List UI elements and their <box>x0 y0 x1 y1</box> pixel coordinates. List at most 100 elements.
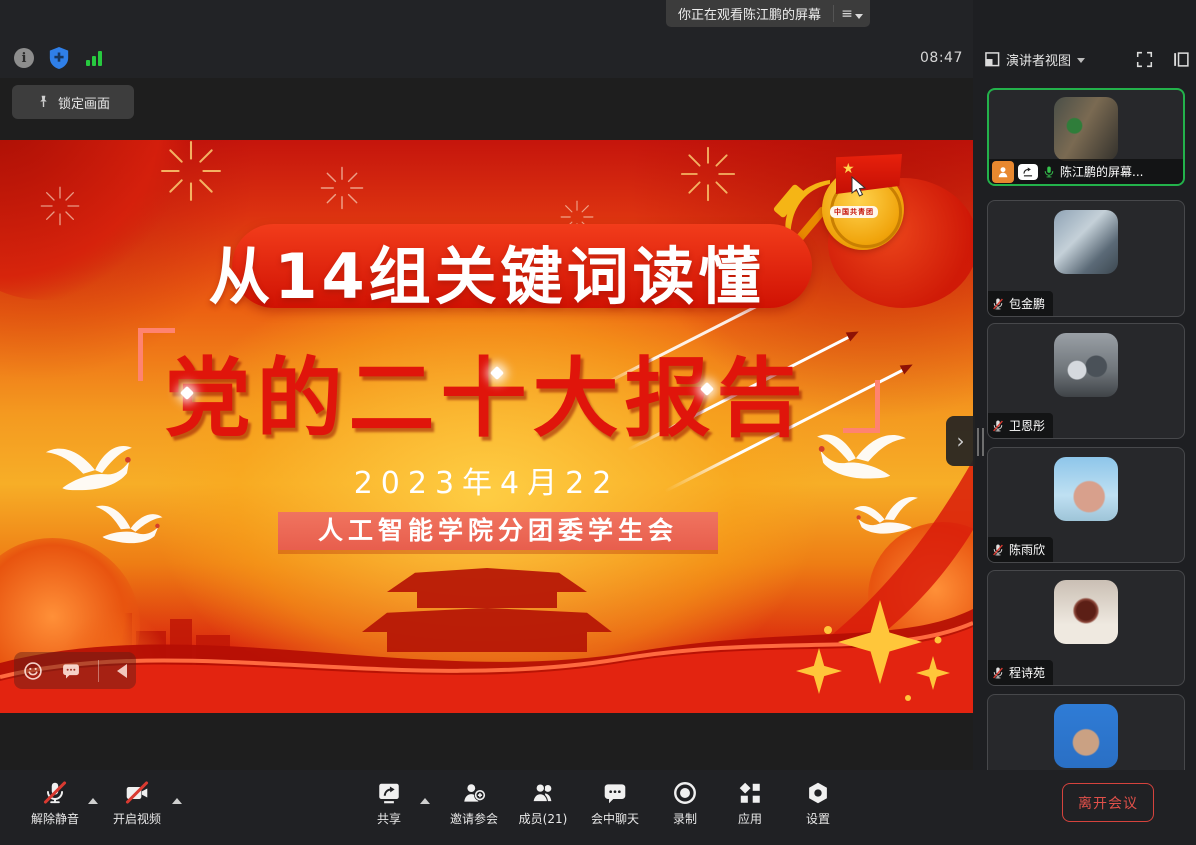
lock-view-button[interactable]: 锁定画面 <box>12 85 134 119</box>
person-icon <box>996 165 1010 179</box>
share-screen-button[interactable]: 共享 <box>351 780 427 827</box>
security-shield-icon[interactable] <box>48 46 70 70</box>
chevron-down-icon <box>855 14 863 19</box>
menu-lines-icon: ≡ <box>841 7 853 21</box>
audio-options-caret[interactable] <box>88 798 98 804</box>
start-video-label: 开启视频 <box>99 810 175 827</box>
crane-decoration <box>88 497 165 554</box>
participant-avatar <box>1054 210 1118 274</box>
participant-namebar: 卫恩彤 <box>988 413 1053 438</box>
slide-organizer-banner: 人工智能学院分团委学生会 <box>278 512 718 550</box>
mic-status-icon <box>991 297 1005 311</box>
meeting-window: i 08:47 你正在观看陈江鹏的屏幕 ≡ 锁定画面 <box>0 0 1196 845</box>
shared-screen-slide: ★ 中国共青团 从14组关键词读懂 党的二十大报告 2023年4月22 人工智能… <box>0 140 973 713</box>
settings-button[interactable]: 设置 <box>780 780 856 827</box>
view-mode-chevron-icon[interactable] <box>1077 58 1085 63</box>
participant-avatar <box>1054 580 1118 644</box>
participant-avatar <box>1054 97 1118 161</box>
divider <box>98 660 99 682</box>
participant-tile[interactable]: 程诗苑 <box>987 570 1185 686</box>
collapse-left-icon[interactable] <box>117 664 127 678</box>
participant-name: 陈雨欣 <box>1009 541 1045 558</box>
sidebar-collapse-handle[interactable]: › <box>946 416 975 466</box>
chat-button[interactable]: 会中聊天 <box>577 780 653 827</box>
camera-off-icon <box>124 780 150 806</box>
mic-status-icon <box>1042 165 1056 179</box>
chat-icon <box>602 780 628 806</box>
mic-status-icon <box>991 543 1005 557</box>
speaker-view-icon <box>985 52 1000 67</box>
crane-decoration <box>38 429 142 508</box>
participants-sidebar: 演讲者视图 <box>973 0 1196 770</box>
gold-stars-decoration <box>788 590 968 710</box>
view-mode-label[interactable]: 演讲者视图 <box>1006 50 1071 69</box>
flag-star: ★ <box>842 162 855 176</box>
participant-name: 陈江鹏的屏幕... <box>1060 163 1143 180</box>
invite-label: 邀请参会 <box>436 810 512 827</box>
members-icon <box>530 780 556 806</box>
share-options-caret[interactable] <box>420 798 430 804</box>
unmute-label: 解除静音 <box>17 810 93 827</box>
panel-toggle-icon <box>1173 51 1190 68</box>
participant-name: 包金鹏 <box>1009 295 1045 312</box>
participant-namebar: 程诗苑 <box>988 660 1053 685</box>
apps-button[interactable]: 应用 <box>712 780 788 827</box>
invite-button[interactable]: 邀请参会 <box>436 780 512 827</box>
members-label: 成员(21) <box>505 810 581 827</box>
mic-status-icon <box>991 419 1005 433</box>
participant-tile[interactable]: 卫恩彤 <box>987 323 1185 439</box>
firework-burst <box>160 140 222 202</box>
record-icon <box>672 780 698 806</box>
chat-label: 会中聊天 <box>577 810 653 827</box>
viewing-banner: 你正在观看陈江鹏的屏幕 ≡ <box>666 0 870 27</box>
participant-avatar <box>1054 333 1118 397</box>
viewing-options-menu-button[interactable]: ≡ <box>834 0 870 27</box>
firework-burst <box>40 186 80 226</box>
unmute-button[interactable]: 解除静音 <box>17 780 93 827</box>
sidebar-resize-handle[interactable] <box>977 428 985 456</box>
mic-status-icon <box>991 666 1005 680</box>
meeting-info-icon[interactable]: i <box>14 48 34 68</box>
video-options-caret[interactable] <box>172 798 182 804</box>
share-label: 共享 <box>351 810 427 827</box>
screen-share-badge <box>1018 164 1038 180</box>
mouse-cursor-icon <box>850 176 868 198</box>
start-video-button[interactable]: 开启视频 <box>99 780 175 827</box>
participant-name: 程诗苑 <box>1009 664 1045 681</box>
fullscreen-icon <box>1136 51 1153 68</box>
invite-person-icon <box>461 780 487 806</box>
participant-namebar: 陈江鹏的屏幕... <box>989 159 1183 184</box>
screen-share-icon <box>1021 166 1035 177</box>
firework-burst <box>680 146 736 202</box>
sidebar-header: 演讲者视图 <box>985 45 1190 73</box>
settings-gear-icon <box>805 780 831 806</box>
participant-tile[interactable]: 陈雨欣 <box>987 447 1185 563</box>
firework-burst <box>320 166 364 210</box>
slide-title-line1: 从14组关键词读懂 <box>0 226 973 316</box>
apps-grid-icon <box>737 780 763 806</box>
leave-meeting-button[interactable]: 离开会议 <box>1062 783 1154 822</box>
viewing-banner-text: 你正在观看陈江鹏的屏幕 <box>666 4 833 23</box>
reaction-toolbar <box>14 652 136 689</box>
pin-icon <box>36 93 51 111</box>
bottom-toolbar: 解除静音 开启视频 共享 <box>0 770 1196 845</box>
active-speaker-badge <box>992 161 1014 183</box>
participant-tile[interactable]: 包金鹏 <box>987 200 1185 317</box>
lock-view-label: 锁定画面 <box>58 93 110 112</box>
participant-avatar <box>1054 457 1118 521</box>
meeting-clock: 08:47 <box>920 50 963 66</box>
hide-panel-button[interactable] <box>1173 51 1190 68</box>
fullscreen-button[interactable] <box>1136 51 1153 68</box>
participant-name: 卫恩彤 <box>1009 417 1045 434</box>
quick-chat-icon[interactable] <box>61 661 81 681</box>
participant-tile[interactable]: 陈江鹏的屏幕... <box>987 88 1185 186</box>
emoji-reaction-icon[interactable] <box>23 661 43 681</box>
network-signal-icon[interactable] <box>86 50 108 66</box>
apps-label: 应用 <box>712 810 788 827</box>
share-screen-icon <box>376 780 402 806</box>
youth-league-text: 中国共青团 <box>830 206 878 218</box>
participant-avatar <box>1054 704 1118 768</box>
settings-label: 设置 <box>780 810 856 827</box>
microphone-muted-icon <box>42 780 68 806</box>
members-button[interactable]: 成员(21) <box>505 780 581 827</box>
